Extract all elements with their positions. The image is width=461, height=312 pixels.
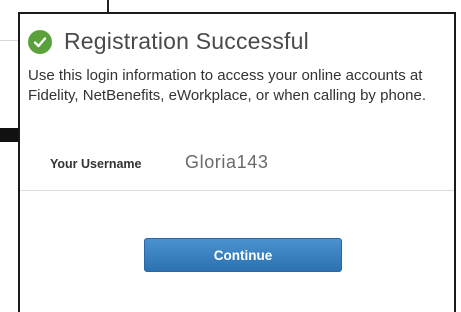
check-circle-icon bbox=[28, 29, 52, 54]
username-label: Your Username bbox=[50, 157, 142, 171]
registration-success-dialog: Registration Successful Use this login i… bbox=[18, 12, 456, 312]
dialog-title: Registration Successful bbox=[64, 28, 309, 54]
background-page bbox=[0, 0, 461, 10]
dialog-description: Use this login information to access you… bbox=[28, 67, 426, 104]
username-value: Gloria143 bbox=[185, 152, 269, 172]
continue-button[interactable]: Continue bbox=[144, 238, 342, 272]
divider bbox=[20, 190, 454, 191]
dialog-header: Registration Successful bbox=[28, 28, 309, 55]
username-row: Your Username Gloria143 bbox=[50, 152, 268, 173]
